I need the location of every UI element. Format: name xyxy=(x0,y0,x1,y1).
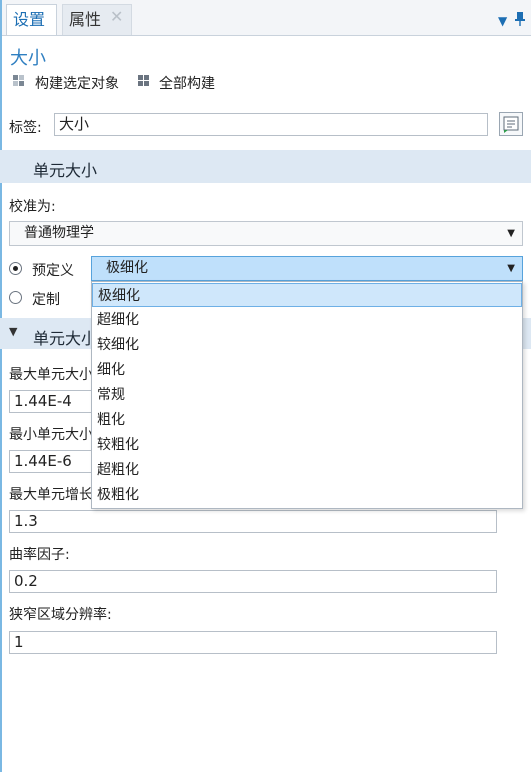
build-all-icon xyxy=(138,75,149,86)
radio-selected-dot xyxy=(13,266,18,271)
section-parameters-title: 单元大小 xyxy=(33,329,98,348)
build-all-label[interactable]: 全部构建 xyxy=(159,73,215,93)
build-selected-button[interactable] xyxy=(13,75,25,91)
radio-custom-label[interactable]: 定制 xyxy=(32,289,60,309)
close-icon[interactable]: ✕ xyxy=(110,7,123,26)
narrow-region-label: 狭窄区域分辨率: xyxy=(9,607,112,623)
narrow-region-input[interactable]: 1 xyxy=(9,631,497,654)
radio-predefined-label[interactable]: 预定义 xyxy=(32,260,74,280)
predefined-size-select[interactable]: 极细化 ▼ xyxy=(91,256,523,281)
collapse-triangle-icon[interactable]: ▼ xyxy=(9,325,17,338)
max-size-label: 最大单元大小 xyxy=(9,367,93,383)
curvature-input[interactable]: 0.2 xyxy=(9,570,497,593)
notes-icon xyxy=(503,116,519,133)
dropdown-option[interactable]: 细化 xyxy=(92,358,522,382)
dropdown-option[interactable]: 常规 xyxy=(92,383,522,407)
label-options-button[interactable] xyxy=(499,112,523,136)
panel-left-border xyxy=(0,0,2,772)
radio-predefined[interactable] xyxy=(9,262,22,275)
radio-custom[interactable] xyxy=(9,291,22,304)
label-field-label: 标签: xyxy=(9,120,42,136)
growth-rate-input[interactable]: 1.3 xyxy=(9,510,497,533)
dropdown-option[interactable]: 超粗化 xyxy=(92,458,522,482)
calibrate-select-value: 普通物理学 xyxy=(24,225,94,241)
chevron-down-icon: ▼ xyxy=(507,228,515,239)
predefined-size-value: 极细化 xyxy=(106,260,148,276)
curvature-label: 曲率因子: xyxy=(9,547,70,563)
dropdown-option[interactable]: 极粗化 xyxy=(92,483,522,507)
dropdown-option[interactable]: 粗化 xyxy=(92,408,522,432)
min-size-label: 最小单元大小 xyxy=(9,427,93,443)
calibrate-select[interactable]: 普通物理学 ▼ xyxy=(9,221,523,246)
page-title: 大小 xyxy=(10,48,46,69)
tab-settings[interactable]: 设置 xyxy=(6,4,57,35)
section-element-size-title: 单元大小 xyxy=(33,161,98,180)
label-input[interactable]: 大小 xyxy=(54,113,488,136)
predefined-size-dropdown: 极细化 超细化 较细化 细化 常规 粗化 较粗化 超粗化 极粗化 xyxy=(91,281,523,509)
pin-icon[interactable] xyxy=(514,11,526,31)
chevron-down-icon: ▼ xyxy=(507,263,515,274)
dropdown-option[interactable]: 极细化 xyxy=(92,283,522,307)
build-selected-label[interactable]: 构建选定对象 xyxy=(35,73,119,93)
growth-rate-label: 最大单元增长 xyxy=(9,487,93,503)
tab-properties-label: 属性 xyxy=(69,10,102,29)
calibrate-label: 校准为: xyxy=(9,199,56,215)
build-selected-icon xyxy=(13,75,24,86)
dropdown-option[interactable]: 较粗化 xyxy=(92,433,522,457)
chevron-down-icon[interactable]: ▼ xyxy=(498,14,507,28)
build-all-button[interactable] xyxy=(138,75,150,91)
dropdown-option[interactable]: 较细化 xyxy=(92,333,522,357)
dropdown-option[interactable]: 超细化 xyxy=(92,308,522,332)
